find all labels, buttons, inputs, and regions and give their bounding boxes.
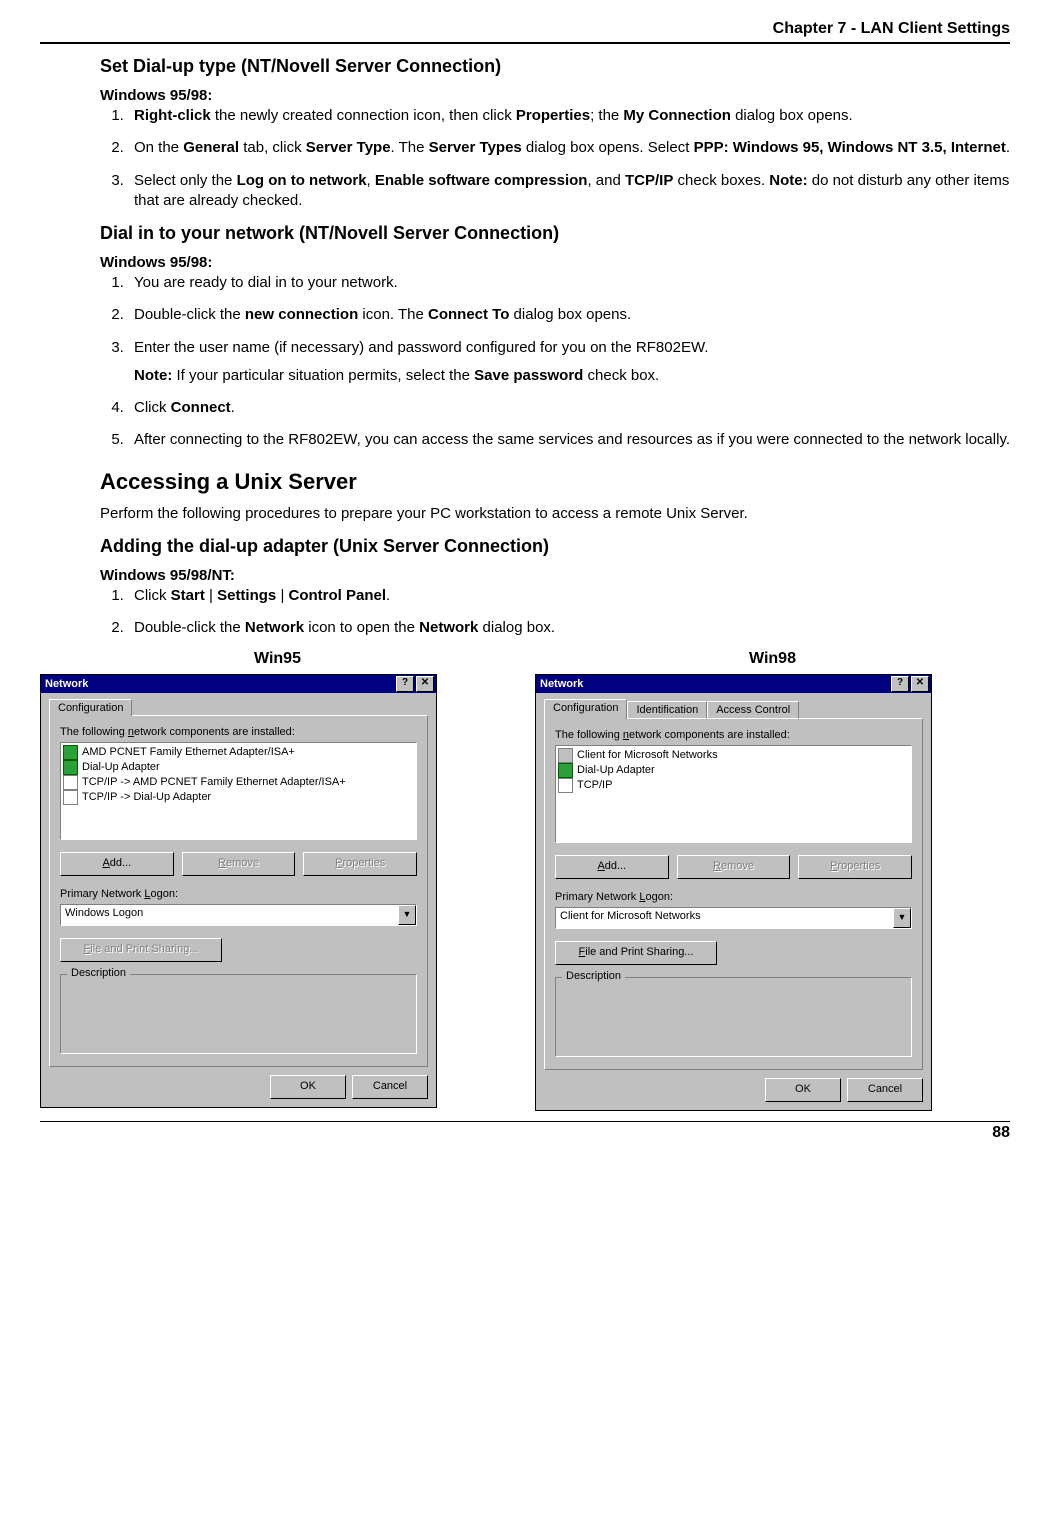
- list-item[interactable]: Dial-Up Adapter: [63, 760, 414, 775]
- footer-rule: [40, 1121, 1010, 1122]
- groupbox-title: Description: [562, 970, 625, 982]
- ok-button[interactable]: OK: [765, 1078, 841, 1102]
- adapter-icon: [63, 760, 78, 775]
- section-title-adding-adapter: Adding the dial-up adapter (Unix Server …: [100, 536, 1010, 557]
- tab-panel: The following network components are ins…: [544, 718, 923, 1070]
- tab-panel: The following network components are ins…: [49, 715, 428, 1067]
- logon-label: Primary Network Logon:: [555, 891, 912, 903]
- step: Enter the user name (if necessary) and p…: [128, 338, 1010, 358]
- page-content: Set Dial-up type (NT/Novell Server Conne…: [100, 56, 1010, 1111]
- list-item[interactable]: TCP/IP: [558, 778, 909, 793]
- tab-strip: Configuration: [49, 699, 428, 716]
- logon-combo[interactable]: Client for Microsoft Networks ▼: [555, 907, 912, 929]
- chapter-header: Chapter 7 - LAN Client Settings: [40, 20, 1010, 38]
- file-print-sharing-button[interactable]: File and Print Sharing...: [555, 941, 717, 965]
- network-dialog-win98: Network ? ✕ Configuration Identification…: [535, 674, 932, 1111]
- logon-label: Primary Network Logon:: [60, 888, 417, 900]
- logon-combo[interactable]: Windows Logon ▼: [60, 904, 417, 926]
- step: Click Connect.: [128, 398, 1010, 418]
- step: Select only the Log on to network, Enabl…: [128, 171, 1010, 212]
- remove-button[interactable]: Remove: [182, 852, 296, 876]
- remove-button[interactable]: Remove: [677, 855, 791, 879]
- help-button[interactable]: ?: [396, 676, 414, 692]
- step: You are ready to dial in to your network…: [128, 273, 1010, 293]
- steps-dialup-type: Right-click the newly created connection…: [100, 106, 1010, 211]
- dialog-title: Network: [45, 678, 394, 690]
- tab-strip: Configuration Identification Access Cont…: [544, 699, 923, 719]
- file-print-sharing-button[interactable]: File and Print Sharing...: [60, 938, 222, 962]
- win95-column: Win95 Network ? ✕ Configuration The foll…: [40, 650, 515, 1111]
- step: Double-click the new connection icon. Th…: [128, 305, 1010, 325]
- properties-button[interactable]: Properties: [303, 852, 417, 876]
- combo-value: Client for Microsoft Networks: [556, 908, 893, 928]
- subhead-win9598-b: Windows 95/98:: [100, 254, 1010, 271]
- section-title-dialup-type: Set Dial-up type (NT/Novell Server Conne…: [100, 56, 1010, 77]
- dialog-row: Win95 Network ? ✕ Configuration The foll…: [40, 650, 1010, 1111]
- chevron-down-icon[interactable]: ▼: [893, 908, 911, 928]
- adapter-icon: [558, 763, 573, 778]
- help-button[interactable]: ?: [891, 676, 909, 692]
- label-win95: Win95: [40, 650, 515, 668]
- header-rule: [40, 42, 1010, 44]
- dialog-body: Configuration Identification Access Cont…: [536, 693, 931, 1110]
- network-dialog-win95: Network ? ✕ Configuration The following …: [40, 674, 437, 1108]
- adapter-icon: [63, 745, 78, 760]
- groupbox-title: Description: [67, 967, 130, 979]
- components-label: The following network components are ins…: [555, 729, 912, 741]
- protocol-icon: [63, 790, 78, 805]
- tab-configuration[interactable]: Configuration: [544, 699, 627, 719]
- list-item[interactable]: Dial-Up Adapter: [558, 763, 909, 778]
- list-item[interactable]: TCP/IP -> Dial-Up Adapter: [63, 790, 414, 805]
- dialog-body: Configuration The following network comp…: [41, 693, 436, 1107]
- dialog-footer: OK Cancel: [544, 1078, 923, 1102]
- page-number: 88: [40, 1124, 1010, 1142]
- subhead-win9598-a: Windows 95/98:: [100, 87, 1010, 104]
- unix-intro: Perform the following procedures to prep…: [100, 505, 1010, 522]
- description-groupbox: Description: [555, 977, 912, 1057]
- step: Right-click the newly created connection…: [128, 106, 1010, 126]
- step: On the General tab, click Server Type. T…: [128, 138, 1010, 158]
- protocol-icon: [558, 778, 573, 793]
- titlebar[interactable]: Network ? ✕: [41, 675, 436, 693]
- add-button[interactable]: Add...: [555, 855, 669, 879]
- add-button[interactable]: Add...: [60, 852, 174, 876]
- button-row: Add... Remove Properties: [555, 855, 912, 879]
- components-list[interactable]: Client for Microsoft Networks Dial-Up Ad…: [555, 745, 912, 843]
- list-item[interactable]: Client for Microsoft Networks: [558, 748, 909, 763]
- steps-dial-in: You are ready to dial in to your network…: [100, 273, 1010, 358]
- button-row: Add... Remove Properties: [60, 852, 417, 876]
- combo-value: Windows Logon: [61, 905, 398, 925]
- close-button[interactable]: ✕: [416, 676, 434, 692]
- components-label: The following network components are ins…: [60, 726, 417, 738]
- dialog-footer: OK Cancel: [49, 1075, 428, 1099]
- tab-access-control[interactable]: Access Control: [707, 701, 799, 719]
- step: Double-click the Network icon to open th…: [128, 618, 1010, 638]
- description-groupbox: Description: [60, 974, 417, 1054]
- cancel-button[interactable]: Cancel: [352, 1075, 428, 1099]
- tab-identification[interactable]: Identification: [627, 701, 707, 719]
- win98-column: Win98 Network ? ✕ Configuration Identifi…: [535, 650, 1010, 1111]
- chevron-down-icon[interactable]: ▼: [398, 905, 416, 925]
- titlebar[interactable]: Network ? ✕: [536, 675, 931, 693]
- note-save-password: Note: If your particular situation permi…: [134, 366, 1010, 386]
- close-button[interactable]: ✕: [911, 676, 929, 692]
- tab-configuration[interactable]: Configuration: [49, 699, 132, 716]
- step: After connecting to the RF802EW, you can…: [128, 430, 1010, 450]
- step: Click Start | Settings | Control Panel.: [128, 586, 1010, 606]
- steps-adding-adapter: Click Start | Settings | Control Panel. …: [100, 586, 1010, 639]
- protocol-icon: [63, 775, 78, 790]
- dialog-title: Network: [540, 678, 889, 690]
- subhead-win9598nt: Windows 95/98/NT:: [100, 567, 1010, 584]
- list-item[interactable]: TCP/IP -> AMD PCNET Family Ethernet Adap…: [63, 775, 414, 790]
- list-item[interactable]: AMD PCNET Family Ethernet Adapter/ISA+: [63, 745, 414, 760]
- steps-dial-in-cont: Click Connect. After connecting to the R…: [100, 398, 1010, 451]
- section-title-unix: Accessing a Unix Server: [100, 469, 1010, 495]
- components-list[interactable]: AMD PCNET Family Ethernet Adapter/ISA+ D…: [60, 742, 417, 840]
- label-win98: Win98: [535, 650, 1010, 668]
- section-title-dial-in: Dial in to your network (NT/Novell Serve…: [100, 223, 1010, 244]
- cancel-button[interactable]: Cancel: [847, 1078, 923, 1102]
- properties-button[interactable]: Properties: [798, 855, 912, 879]
- ok-button[interactable]: OK: [270, 1075, 346, 1099]
- client-icon: [558, 748, 573, 763]
